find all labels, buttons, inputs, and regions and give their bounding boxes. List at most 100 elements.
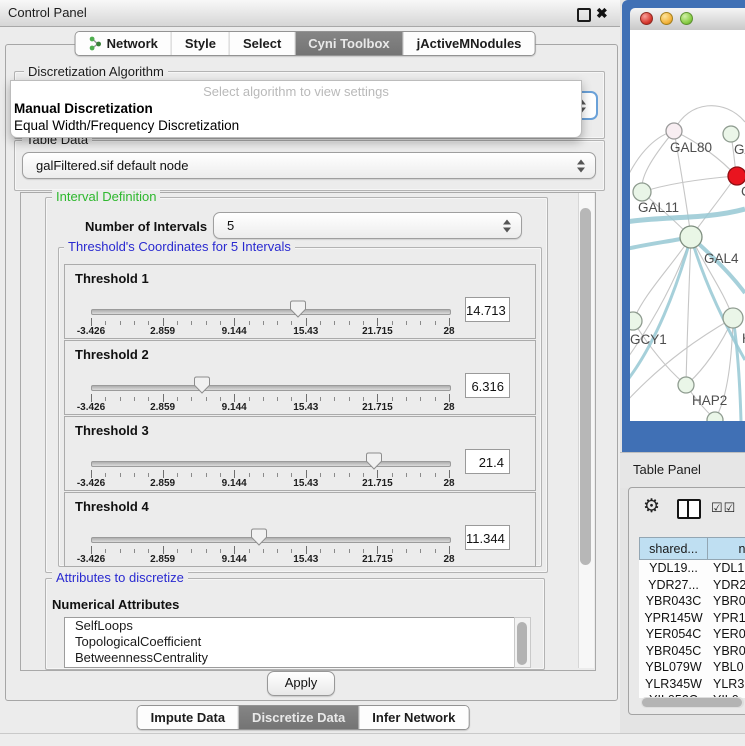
minimize-traffic-light-icon[interactable] [660, 12, 673, 25]
algorithm-option-manual[interactable]: Manual Discretization [14, 101, 153, 116]
float-window-icon[interactable] [577, 8, 591, 22]
tick-mark [91, 470, 92, 478]
tick-mark [220, 397, 221, 401]
tick-label: 15.43 [293, 478, 318, 489]
list-item[interactable]: SelfLoops [65, 618, 515, 634]
table-cell[interactable]: YPR1 [713, 610, 745, 627]
threshold-2-slider[interactable]: -3.4262.8599.14415.4321.71528 [91, 375, 449, 413]
table-cell[interactable]: YBR043C [639, 593, 708, 610]
table-cell[interactable]: YER054C [639, 626, 708, 643]
table-cell[interactable]: YBL079W [639, 659, 708, 676]
tick-mark [134, 321, 135, 325]
tick-mark [334, 473, 335, 477]
network-node[interactable] [678, 377, 694, 393]
number-of-intervals-combo[interactable]: 5 [213, 212, 522, 239]
threshold-4-value-field[interactable]: 11.344 [465, 525, 510, 550]
tick-mark [406, 549, 407, 553]
network-view-window[interactable]: GAL80GACGAL11GAL4GCY1HHAP2 [622, 0, 745, 452]
threshold-3-value-field[interactable]: 21.4 [465, 449, 510, 474]
tab-network[interactable]: Network [76, 32, 171, 55]
table-row[interactable]: YBR045C YBR0 [639, 643, 745, 660]
threshold-2-value-field[interactable]: 6.316 [465, 373, 510, 398]
table-row[interactable]: YDL19... YDL1 [639, 560, 745, 577]
tick-label: -3.426 [77, 402, 105, 413]
table-cell[interactable]: YDL19... [639, 560, 708, 577]
column-header-name[interactable]: n [707, 537, 745, 560]
list-scrollbar-thumb[interactable] [517, 622, 527, 665]
table-cell[interactable]: YBR045C [639, 643, 708, 660]
table-cell[interactable]: YDL1 [713, 560, 745, 577]
tab-discretize-data[interactable]: Discretize Data [238, 706, 358, 729]
list-item[interactable]: BetweennessCentrality [65, 650, 515, 666]
table-cell[interactable]: YLR3 [713, 676, 745, 693]
table-cell[interactable]: YER0 [713, 626, 745, 643]
columns-icon[interactable] [677, 499, 701, 519]
tab-infer-network[interactable]: Infer Network [358, 706, 468, 729]
slider-thumb[interactable] [366, 452, 382, 470]
threshold-1-slider[interactable]: -3.4262.8599.14415.4321.71528 [91, 299, 449, 337]
slider-track[interactable] [91, 309, 451, 315]
table-cell[interactable]: YBR0 [713, 643, 745, 660]
gear-icon[interactable]: ⚙ [643, 495, 660, 518]
table-cell[interactable]: YBL0 [713, 659, 745, 676]
list-item[interactable]: TopologicalCoefficient [65, 634, 515, 650]
network-node-label: GAL80 [670, 140, 712, 155]
slider-thumb[interactable] [251, 528, 267, 546]
vertical-scrollbar-thumb[interactable] [580, 208, 591, 565]
table-row[interactable]: YLR345W YLR3 [639, 676, 745, 693]
number-of-intervals-label: Number of Intervals [85, 219, 207, 234]
table-row[interactable]: YER054C YER0 [639, 626, 745, 643]
horizontal-scrollbar[interactable] [641, 697, 744, 708]
network-node[interactable] [680, 226, 702, 248]
table-cell[interactable]: YDR2 [713, 577, 745, 594]
slider-track[interactable] [91, 461, 451, 467]
tab-style[interactable]: Style [171, 32, 229, 55]
tab-select[interactable]: Select [229, 32, 294, 55]
network-node[interactable] [728, 167, 745, 185]
network-node[interactable] [723, 126, 739, 142]
table-row[interactable]: YBL079W YBL0 [639, 659, 745, 676]
table-cell[interactable]: YPR145W [639, 610, 708, 627]
tick-label: 9.144 [222, 554, 247, 565]
zoom-traffic-light-icon[interactable] [680, 12, 693, 25]
tab-cyni-toolbox[interactable]: Cyni Toolbox [294, 32, 402, 55]
slider-track[interactable] [91, 537, 451, 543]
network-node[interactable] [723, 308, 743, 328]
table-rows[interactable]: YDL19...YDL1YDR27...YDR2YBR043CYBR0YPR14… [639, 560, 745, 698]
network-node[interactable] [630, 312, 642, 330]
threshold-4-slider[interactable]: -3.4262.8599.14415.4321.71528 [91, 527, 449, 565]
network-node[interactable] [666, 123, 682, 139]
network-edge [686, 318, 733, 385]
horizontal-scrollbar-thumb[interactable] [642, 698, 742, 707]
slider-track[interactable] [91, 385, 451, 391]
table-cell[interactable]: YBR0 [713, 593, 745, 610]
table-cell[interactable]: YDR27... [639, 577, 708, 594]
numerical-attributes-list[interactable]: SelfLoopsTopologicalCoefficientBetweenne… [64, 617, 516, 668]
tab-discretize-data-label: Discretize Data [252, 710, 345, 725]
table-row[interactable]: YDR27... YDR2 [639, 577, 745, 594]
table-cell[interactable]: YLR345W [639, 676, 708, 693]
slider-thumb[interactable] [194, 376, 210, 394]
column-header-shared-name[interactable]: shared... [639, 537, 708, 560]
close-traffic-light-icon[interactable] [640, 12, 653, 25]
table-data-combo[interactable]: galFiltered.sif default node [22, 152, 596, 179]
network-window-titlebar[interactable] [630, 8, 745, 31]
checkbox-icons[interactable]: ☑☑ [711, 500, 736, 516]
close-icon[interactable]: ✖ [596, 3, 608, 23]
threshold-3-slider[interactable]: -3.4262.8599.14415.4321.71528 [91, 451, 449, 489]
tab-impute-data[interactable]: Impute Data [138, 706, 238, 729]
slider-thumb[interactable] [290, 300, 306, 318]
table-row[interactable]: YBR043C YBR0 [639, 593, 745, 610]
tick-label: 9.144 [222, 478, 247, 489]
window-title: Control Panel [8, 0, 87, 26]
tick-mark [263, 473, 264, 477]
tick-label: 28 [443, 402, 454, 413]
table-row[interactable]: YPR145W YPR1 [639, 610, 745, 627]
tab-jactivemnodules[interactable]: jActiveMNodules [403, 32, 535, 55]
network-node[interactable] [633, 183, 651, 201]
threshold-1-value-field[interactable]: 14.713 [465, 297, 510, 322]
network-canvas[interactable]: GAL80GACGAL11GAL4GCY1HHAP2 [630, 30, 745, 421]
table-data-combo-value: galFiltered.sif default node [36, 153, 188, 178]
apply-button[interactable]: Apply [267, 671, 335, 696]
algorithm-option-equal-width[interactable]: Equal Width/Frequency Discretization [14, 118, 239, 133]
